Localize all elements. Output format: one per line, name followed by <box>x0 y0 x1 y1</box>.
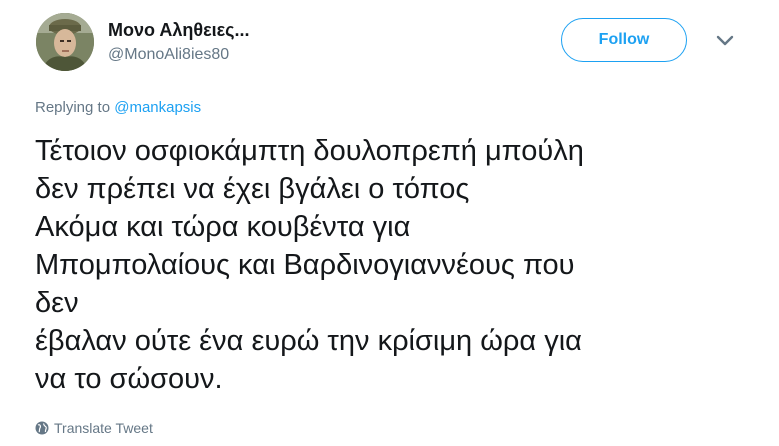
author-display-name[interactable]: Μονο Αληθειες... <box>108 20 250 41</box>
tweet-text-line: Ακόμα και τώρα κουβέντα για <box>35 211 411 243</box>
follow-button[interactable]: Follow <box>561 18 687 62</box>
tweet-text: Τέτοιον οσφιοκάμπτη δουλοπρεπή μπούλη δε… <box>35 132 755 398</box>
replying-to: Replying to @mankapsis <box>35 99 201 116</box>
chevron-down-icon[interactable] <box>714 32 736 50</box>
replying-to-link[interactable]: @mankapsis <box>114 99 201 116</box>
tweet-text-line: δεν πρέπει να έχει βγάλει ο τόπος <box>35 173 470 205</box>
avatar[interactable] <box>36 13 94 71</box>
avatar-image <box>36 13 94 71</box>
tweet-text-line: Μπομπολαίους και Βαρδινογιαννέους που <box>35 249 575 281</box>
tweet-text-line: έβαλαν ούτε ένα ευρώ την κρίσιμη ώρα για <box>35 325 582 357</box>
translate-tweet-button[interactable]: Translate Tweet <box>35 420 153 436</box>
replying-to-prefix: Replying to <box>35 99 111 116</box>
tweet-text-line: Τέτοιον οσφιοκάμπτη δουλοπρεπή μπούλη <box>35 135 584 167</box>
author-handle[interactable]: @MonoAli8ies80 <box>108 46 229 64</box>
tweet-text-line: να το σώσουν. <box>35 363 223 395</box>
tweet-text-line: δεν <box>35 287 79 319</box>
translate-tweet-label: Translate Tweet <box>54 420 153 436</box>
globe-icon <box>35 421 49 435</box>
tweet-card: Μονο Αληθειες... @MonoAli8ies80 Follow R… <box>0 0 779 446</box>
